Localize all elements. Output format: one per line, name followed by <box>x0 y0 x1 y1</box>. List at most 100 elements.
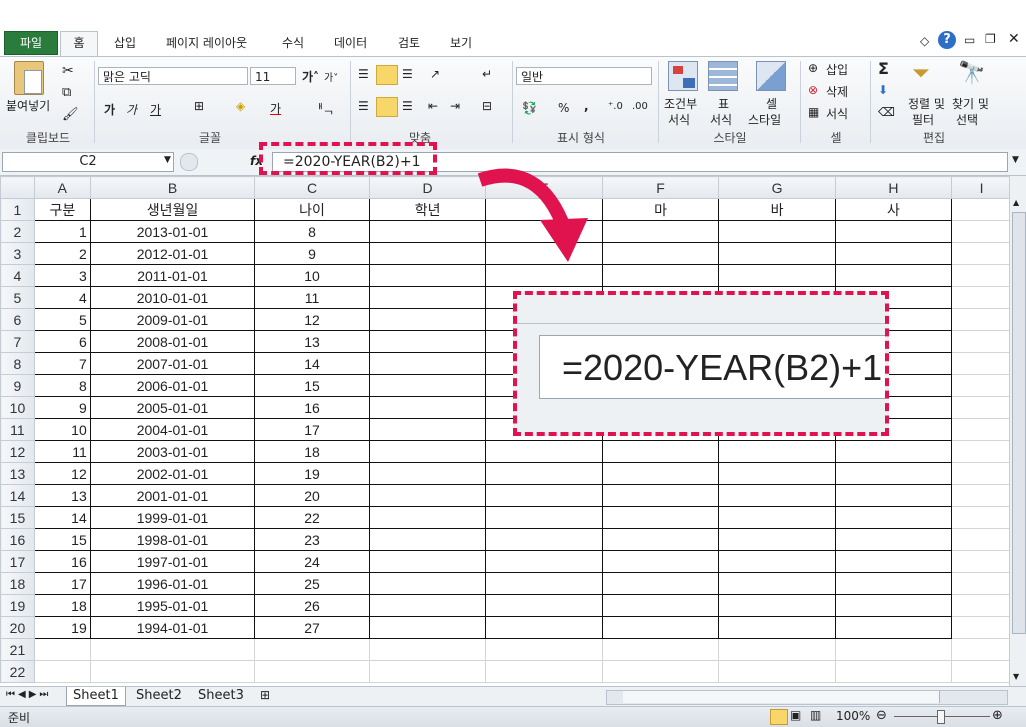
cut-icon[interactable]: ✂ <box>62 63 74 79</box>
find-select-label[interactable]: 찾기 및 <box>952 95 989 112</box>
row-header[interactable]: 1 <box>0 198 35 221</box>
row-header[interactable]: 14 <box>0 484 35 507</box>
zoom-out-icon[interactable]: ⊖ <box>876 708 887 723</box>
tab-page-layout[interactable]: 페이지 레이아웃 <box>166 34 247 52</box>
row-header[interactable]: 22 <box>0 660 35 683</box>
accounting-icon[interactable]: 💱 <box>522 101 537 115</box>
cell-C11[interactable]: 17 <box>254 418 370 441</box>
align-center-icon[interactable] <box>376 97 398 117</box>
cell-I20[interactable] <box>951 616 1012 639</box>
cell-I16[interactable] <box>951 528 1012 551</box>
cell-B9[interactable]: 2006-01-01 <box>89 374 256 397</box>
cell-D14[interactable] <box>368 484 487 507</box>
cell-B13[interactable]: 2002-01-01 <box>89 462 256 485</box>
cell-D1[interactable]: 학년 <box>368 198 487 221</box>
cell-I2[interactable] <box>951 220 1012 243</box>
row-header[interactable]: 18 <box>0 572 35 595</box>
cell-I11[interactable] <box>951 418 1012 441</box>
cell-F2[interactable] <box>601 220 720 243</box>
row-header[interactable]: 8 <box>0 352 35 375</box>
sheet-tab-active[interactable]: Sheet1 <box>66 687 126 706</box>
cell-E15[interactable] <box>485 506 603 529</box>
cell-H22[interactable] <box>834 660 953 683</box>
cell-A2[interactable]: 1 <box>33 220 91 243</box>
row-header[interactable]: 3 <box>0 242 35 265</box>
cell-E13[interactable] <box>485 462 603 485</box>
align-bottom-icon[interactable]: ☰ <box>402 67 413 81</box>
cell-A5[interactable]: 4 <box>33 286 91 309</box>
row-header[interactable]: 2 <box>0 220 35 243</box>
row-header[interactable]: 5 <box>0 286 35 309</box>
delete-cells-button[interactable]: 삭제 <box>826 83 848 100</box>
cell-C6[interactable]: 12 <box>254 308 370 331</box>
column-header[interactable]: A <box>33 176 91 199</box>
cell-H16[interactable] <box>834 528 953 551</box>
cell-B12[interactable]: 2003-01-01 <box>89 440 256 463</box>
conditional-format-icon[interactable] <box>668 61 698 91</box>
cell-A18[interactable]: 17 <box>33 572 91 595</box>
zoom-slider[interactable] <box>894 710 990 724</box>
font-color-icon[interactable]: 가 <box>270 100 281 117</box>
cell-C12[interactable]: 18 <box>254 440 370 463</box>
cell-D13[interactable] <box>368 462 487 485</box>
cell-A17[interactable]: 16 <box>33 550 91 573</box>
cell-A13[interactable]: 12 <box>33 462 91 485</box>
orientation-icon[interactable]: ↗ <box>430 67 440 81</box>
underline-icon[interactable]: 가 <box>150 101 161 118</box>
column-header[interactable]: G <box>718 176 836 199</box>
cell-F13[interactable] <box>601 462 720 485</box>
tab-review[interactable]: 검토 <box>398 34 420 52</box>
cell-I13[interactable] <box>951 462 1012 485</box>
cell-I19[interactable] <box>951 594 1012 617</box>
scroll-up-icon[interactable]: ▲ <box>1013 198 1019 207</box>
fill-color-icon[interactable]: ◈ <box>236 99 245 113</box>
row-header[interactable]: 10 <box>0 396 35 419</box>
cell-H12[interactable] <box>834 440 953 463</box>
cell-G15[interactable] <box>718 506 836 529</box>
increase-decimal-icon[interactable]: ⁺.0 <box>608 101 623 112</box>
vertical-scrollbar[interactable]: ▲ ▼ <box>1009 176 1026 686</box>
delete-cells-icon[interactable]: ⊗ <box>808 83 818 97</box>
cell-B21[interactable] <box>89 638 256 661</box>
cell-I3[interactable] <box>951 242 1012 265</box>
paste-icon[interactable] <box>14 61 44 95</box>
cell-A10[interactable]: 9 <box>33 396 91 419</box>
row-header[interactable]: 16 <box>0 528 35 551</box>
cell-C7[interactable]: 13 <box>254 330 370 353</box>
bold-icon[interactable]: 가 <box>104 101 115 118</box>
row-header[interactable]: 15 <box>0 506 35 529</box>
cell-H4[interactable] <box>834 264 953 287</box>
cell-B3[interactable]: 2012-01-01 <box>89 242 256 265</box>
cell-H2[interactable] <box>834 220 953 243</box>
cell-A21[interactable] <box>33 638 91 661</box>
cell-C10[interactable]: 16 <box>254 396 370 419</box>
cell-F16[interactable] <box>601 528 720 551</box>
number-format-select[interactable]: 일반 <box>516 67 652 85</box>
find-select-icon[interactable]: 🔭 <box>958 61 985 86</box>
row-header[interactable]: 17 <box>0 550 35 573</box>
cell-D4[interactable] <box>368 264 487 287</box>
cell-H17[interactable] <box>834 550 953 573</box>
cell-D7[interactable] <box>368 330 487 353</box>
close-icon[interactable]: ✕ <box>1008 31 1020 47</box>
cell-I21[interactable] <box>951 638 1012 661</box>
cell-D8[interactable] <box>368 352 487 375</box>
clear-icon[interactable]: ⌫ <box>878 105 895 119</box>
cell-A9[interactable]: 8 <box>33 374 91 397</box>
cell-H1[interactable]: 사 <box>834 198 953 221</box>
cell-B22[interactable] <box>89 660 256 683</box>
cell-G21[interactable] <box>718 638 836 661</box>
cell-B14[interactable]: 2001-01-01 <box>89 484 256 507</box>
cell-E18[interactable] <box>485 572 603 595</box>
row-header[interactable]: 20 <box>0 616 35 639</box>
percent-button[interactable]: % <box>558 101 569 115</box>
cell-F14[interactable] <box>601 484 720 507</box>
cell-G14[interactable] <box>718 484 836 507</box>
cell-D21[interactable] <box>368 638 487 661</box>
cell-D9[interactable] <box>368 374 487 397</box>
column-header[interactable]: I <box>951 176 1012 199</box>
cell-B16[interactable]: 1998-01-01 <box>89 528 256 551</box>
cell-I17[interactable] <box>951 550 1012 573</box>
cell-H21[interactable] <box>834 638 953 661</box>
cell-A12[interactable]: 11 <box>33 440 91 463</box>
